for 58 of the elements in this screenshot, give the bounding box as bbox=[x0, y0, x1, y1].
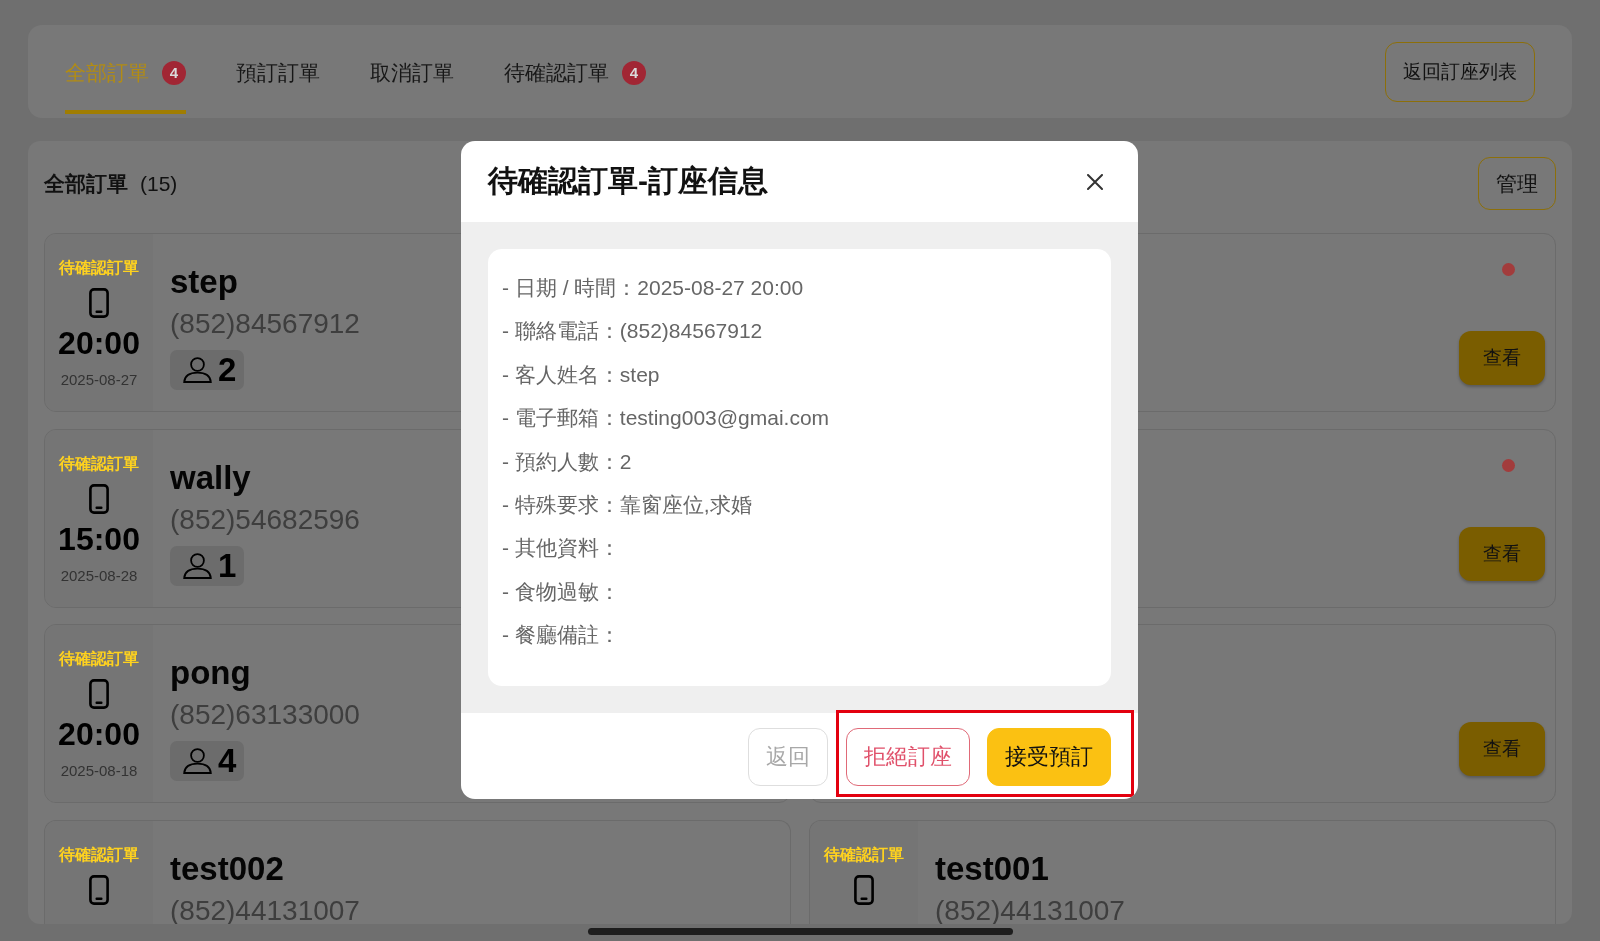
phone-number: (852)63133000 bbox=[170, 698, 360, 732]
order-status: 待確認訂單 bbox=[59, 844, 139, 865]
phone-icon bbox=[89, 679, 109, 709]
close-icon bbox=[1087, 173, 1103, 190]
tab[interactable]: 全部訂單 4 bbox=[65, 25, 186, 114]
guest-count: 1 bbox=[218, 545, 237, 586]
guest-name: test002 bbox=[170, 848, 284, 889]
view-button[interactable]: 查看 bbox=[1458, 331, 1545, 385]
order-status: 待確認訂單 bbox=[59, 649, 139, 669]
order-count: (15) bbox=[140, 171, 178, 196]
phone-icon bbox=[89, 874, 109, 905]
accept-button[interactable]: 接受預訂 bbox=[987, 728, 1111, 786]
detail-line: - 聯絡電話：(852)84567912 bbox=[502, 318, 764, 345]
reject-button[interactable]: 拒絕訂座 bbox=[846, 728, 970, 786]
tab[interactable]: 取消訂單 bbox=[370, 25, 454, 114]
back-button[interactable]: 返回 bbox=[748, 728, 828, 786]
detail-line: - 其他資料： bbox=[502, 535, 621, 562]
phone-icon bbox=[89, 483, 109, 514]
manage-button[interactable]: 管理 bbox=[1478, 157, 1556, 210]
guest-name: wally bbox=[170, 457, 251, 498]
detail-line: - 餐廳備註： bbox=[502, 622, 621, 649]
order-status: 待確認訂單 bbox=[59, 453, 139, 474]
order-status: 待確認訂單 bbox=[824, 844, 904, 865]
guest-count: 4 bbox=[218, 741, 237, 781]
person-icon bbox=[183, 748, 212, 774]
tab[interactable]: 預訂訂單 bbox=[236, 25, 320, 114]
tab[interactable]: 待確認訂單 4 bbox=[504, 25, 646, 114]
list-title: 全部訂單 bbox=[44, 170, 128, 197]
booking-time: 20:00 bbox=[58, 324, 140, 362]
booking-date: 2025-08-27 bbox=[60, 370, 138, 390]
phone-icon bbox=[89, 288, 109, 318]
phone-icon bbox=[854, 874, 874, 905]
booking-date: 2025-08-18 bbox=[60, 761, 138, 781]
detail-line: - 客人姓名：step bbox=[502, 361, 661, 388]
dialog-title: 待確認訂單-訂座信息 bbox=[488, 163, 768, 199]
booking-date: 2025-08-28 bbox=[60, 565, 138, 586]
person-icon bbox=[183, 552, 212, 579]
booking-time: 15:00 bbox=[58, 519, 140, 558]
booking-time: 20:00 bbox=[58, 715, 140, 753]
detail-line: - 電子郵箱：testing003@gmai.com bbox=[502, 405, 831, 432]
person-icon bbox=[183, 357, 212, 383]
view-button[interactable]: 查看 bbox=[1458, 722, 1545, 776]
detail-line: - 預約人數：2 bbox=[502, 448, 633, 475]
detail-line: - 特殊要求：靠窗座位,求婚 bbox=[502, 492, 753, 519]
count-badge: 4 bbox=[162, 60, 186, 85]
close-button[interactable] bbox=[1087, 173, 1103, 190]
detail-line: - 食物過敏： bbox=[502, 578, 621, 605]
view-button[interactable]: 查看 bbox=[1458, 526, 1545, 581]
phone-number: (852)54682596 bbox=[170, 502, 360, 537]
guest-name: test001 bbox=[935, 848, 1049, 889]
detail-line: - 日期 / 時間：2025-08-27 20:00 bbox=[502, 275, 805, 301]
guest-name: pong bbox=[170, 653, 251, 693]
order-status: 待確認訂單 bbox=[59, 258, 139, 278]
guest-name: step bbox=[170, 262, 238, 302]
phone-number: (852)84567912 bbox=[170, 307, 360, 341]
count-badge: 4 bbox=[622, 60, 646, 85]
back-to-list-button[interactable]: 返回訂座列表 bbox=[1385, 41, 1535, 102]
guest-count: 2 bbox=[218, 350, 237, 390]
